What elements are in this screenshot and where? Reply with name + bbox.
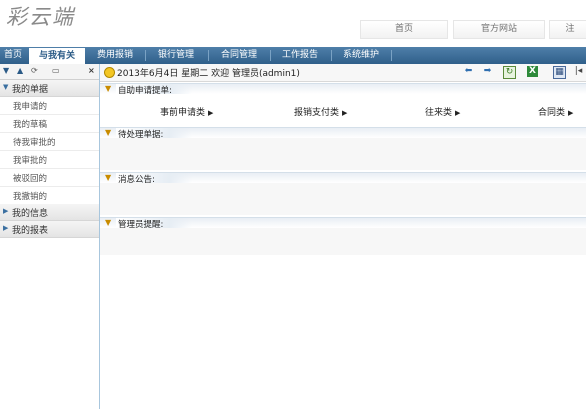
forward-arrow-icon[interactable]: ➡ xyxy=(482,66,493,77)
tab-system[interactable]: 系统维护 xyxy=(334,47,388,64)
sidebar-item-rejected[interactable]: 被驳回的 xyxy=(0,169,99,187)
panel-header-announcements: ▼ 消息公告: xyxy=(100,172,586,185)
tab-expense[interactable]: 费用报销 xyxy=(88,47,142,64)
chevron-right-icon: ▶ xyxy=(455,109,461,117)
category-label: 往来类 xyxy=(425,108,453,118)
panel-body-announcements xyxy=(100,183,586,215)
back-arrow-icon[interactable]: ⬅ xyxy=(463,66,474,77)
sidebar-item-label: 我申请的 xyxy=(13,102,48,112)
top-link-official-site[interactable]: 官方网站 xyxy=(453,20,545,39)
panel-header-admin-reminder: ▼ 管理员提醒: xyxy=(100,217,586,230)
collapse-triangle-icon[interactable]: ▼ xyxy=(105,173,111,182)
main-nav: 首页 与我有关 费用报销 银行管理 合同管理 工作报告 系统维护 xyxy=(0,47,586,64)
sidebar-toolbar xyxy=(0,64,99,80)
chevron-right-icon: ▶ xyxy=(3,224,9,232)
collapse-triangle-icon[interactable]: ▼ xyxy=(105,218,111,227)
panel-header-self-service: ▼ 自助申请提单: xyxy=(100,83,586,96)
chevron-right-icon: ▶ xyxy=(208,109,214,117)
app-logo: 彩云端 xyxy=(6,5,75,29)
category-pre-apply[interactable]: 事前申请类 ▶ xyxy=(160,105,213,118)
category-reimburse[interactable]: 报销支付类 ▶ xyxy=(294,105,347,118)
expand-all-icon[interactable]: ▼ xyxy=(3,66,9,75)
sidebar-section-my-reports[interactable]: ▶ 我的报表 xyxy=(0,221,99,238)
panel-header-pending: ▼ 待处理单据: xyxy=(100,127,586,140)
sidebar-item-label: 我的草稿 xyxy=(13,120,48,130)
tab-divider xyxy=(331,50,332,61)
sidebar-section-label: 我的报表 xyxy=(12,226,49,236)
top-link-register[interactable]: 注 xyxy=(549,20,586,39)
sidebar-item-label: 被驳回的 xyxy=(13,174,48,184)
chevron-right-icon: ▶ xyxy=(568,109,574,117)
sidebar-item-label: 我审批的 xyxy=(13,156,48,166)
panel-body-pending xyxy=(100,138,586,170)
tab-divider xyxy=(391,50,392,61)
tab-related-to-me[interactable]: 与我有关 xyxy=(29,48,85,64)
sidebar-section-label: 我的单据 xyxy=(12,85,49,95)
more-icon[interactable]: |◂ xyxy=(573,66,584,77)
category-contract[interactable]: 合同类 ▶ xyxy=(538,105,573,118)
tab-divider xyxy=(270,50,271,61)
top-link-home[interactable]: 首页 xyxy=(360,20,448,39)
tab-home[interactable]: 首页 xyxy=(0,47,26,64)
sidebar-section-my-info[interactable]: ▶ 我的信息 xyxy=(0,204,99,221)
sidebar-section-my-docs[interactable]: ▼ 我的单据 xyxy=(0,80,99,97)
chevron-down-icon: ▼ xyxy=(3,83,9,91)
calculator-icon[interactable]: ▦ xyxy=(553,66,566,79)
tab-work-report[interactable]: 工作报告 xyxy=(273,47,327,64)
sidebar-item-approved[interactable]: 我审批的 xyxy=(0,151,99,169)
sidebar-item-pending-approval[interactable]: 待我审批的 xyxy=(0,133,99,151)
category-label: 合同类 xyxy=(538,108,566,118)
category-label: 报销支付类 xyxy=(294,108,340,118)
refresh-icon[interactable]: ⟳ xyxy=(31,66,38,75)
panel-body-admin-reminder xyxy=(100,228,586,255)
collapse-all-icon[interactable]: ▲ xyxy=(17,66,23,75)
sidebar-item-revoked[interactable]: 我撤销的 xyxy=(0,187,99,205)
close-icon[interactable]: × xyxy=(88,66,95,75)
category-transaction[interactable]: 往来类 ▶ xyxy=(425,105,460,118)
tab-contract[interactable]: 合同管理 xyxy=(211,47,267,64)
collapse-triangle-icon[interactable]: ▼ xyxy=(105,84,111,93)
tab-divider xyxy=(145,50,146,61)
sidebar-item-label: 待我审批的 xyxy=(13,138,56,148)
sidebar-item-my-applied[interactable]: 我申请的 xyxy=(0,97,99,115)
sidebar-item-label: 我撤销的 xyxy=(13,192,48,202)
chevron-right-icon: ▶ xyxy=(3,207,9,215)
collapse-triangle-icon[interactable]: ▼ xyxy=(105,128,111,137)
excel-icon[interactable]: X xyxy=(527,66,538,77)
sidebar-item-drafts[interactable]: 我的草稿 xyxy=(0,115,99,133)
refresh-page-icon[interactable]: ↻ xyxy=(503,66,516,79)
tab-divider xyxy=(208,50,209,61)
tab-bank[interactable]: 银行管理 xyxy=(148,47,204,64)
welcome-date-text: 2013年6月4日 星期二 欢迎 管理员(admin1) xyxy=(117,69,300,79)
category-label: 事前申请类 xyxy=(160,108,206,118)
chevron-right-icon: ▶ xyxy=(342,109,348,117)
tool-icon[interactable]: ▭ xyxy=(52,66,60,75)
sidebar-section-label: 我的信息 xyxy=(12,209,49,219)
clock-icon xyxy=(104,67,115,78)
